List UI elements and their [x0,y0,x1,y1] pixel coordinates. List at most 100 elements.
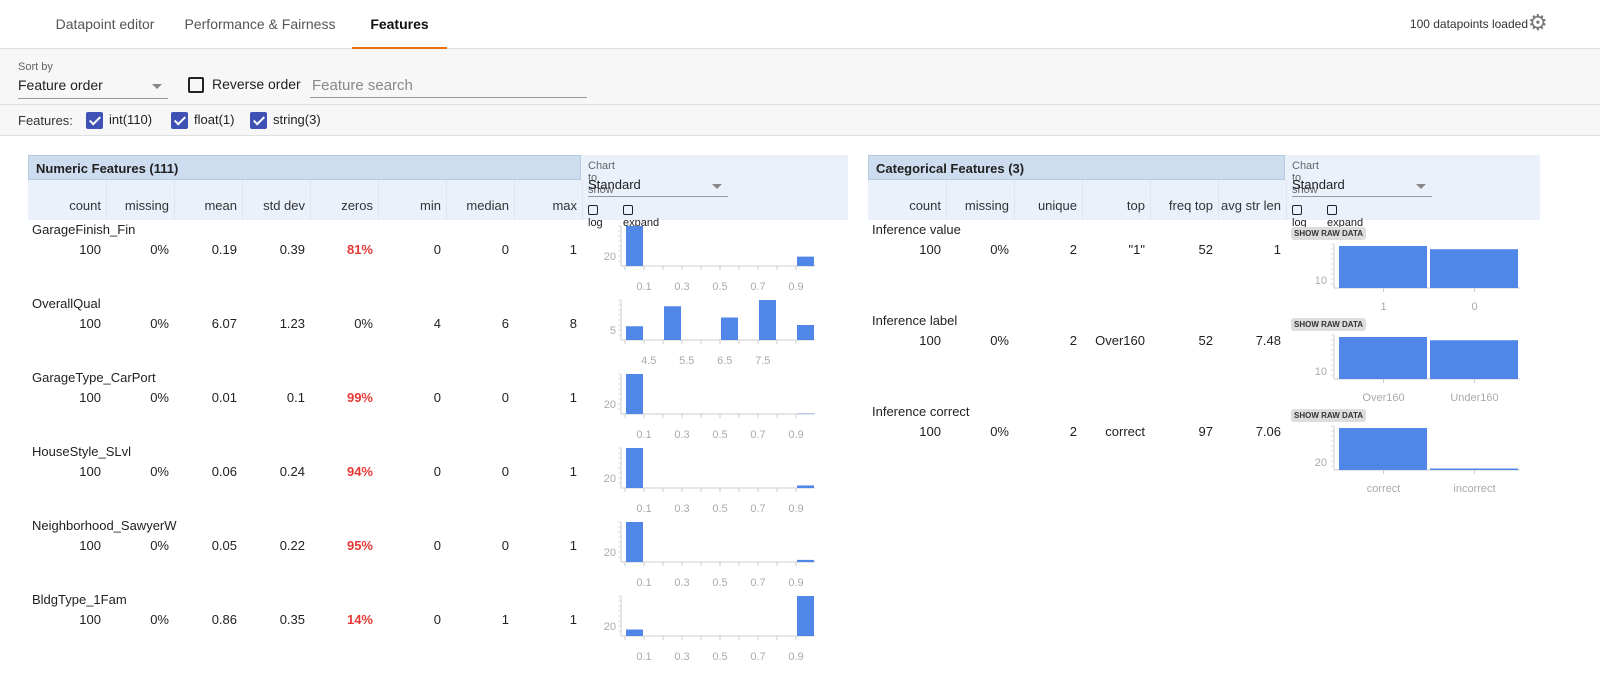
show-raw-data-button[interactable]: SHOW RAW DATA [1291,409,1367,422]
expand-checkbox[interactable] [1327,205,1337,215]
feature-name: GarageFinish_Fin [32,222,136,237]
stat-max: 1 [569,612,577,627]
float-checkbox[interactable] [171,112,188,130]
feature-row[interactable]: Neighborhood_SawyerW 100 0% 0.05 0.22 95% 0 0 1 2… [28,516,848,590]
category-label: incorrect [1453,483,1495,494]
histogram-bar [626,448,643,488]
sort-by-select[interactable]: Feature order [18,77,168,99]
histogram: 20 0.1 0.3 0.5 0.7 0.9 [604,225,815,293]
category-bar [1339,337,1427,379]
histogram: 20 0.1 0.3 0.5 0.7 0.9 [604,595,815,663]
column-header[interactable]: avg str len [1201,198,1281,220]
column-divider [1286,180,1287,220]
feature-name: Inference value [872,222,961,237]
chevron-down-icon [1416,184,1426,189]
x-tick-label: 7.5 [755,355,770,367]
show-raw-data-button[interactable]: SHOW RAW DATA [1291,318,1367,331]
toolbar: Sort by Feature order Reverse order [0,49,1600,105]
chart-type-select[interactable]: Standard [588,177,728,197]
feature-name: Inference label [872,313,958,328]
x-tick-label: 0.7 [750,503,765,515]
column-divider [582,180,583,220]
feature-row[interactable]: GarageType_CarPort 100 0% 0.01 0.1 99% 0 0 1 20 0.… [28,368,848,442]
stat-max: 8 [569,316,577,331]
stat-max: 1 [569,538,577,553]
x-tick-label: 0.7 [750,577,765,589]
bar-chart: 101 0 [1315,243,1520,312]
log-checkbox[interactable] [588,205,598,215]
categorical-title: Categorical Features (3) [868,155,1285,180]
chevron-down-icon [152,84,162,89]
gear-icon[interactable]: ⚙ [1528,12,1550,34]
reverse-order-toggle[interactable]: Reverse order [188,76,301,94]
datapoints-status: 100 datapoints loaded [1409,17,1528,31]
histogram-bar [626,326,643,340]
feature-row[interactable]: OverallQual 100 0% 6.07 1.23 0% 4 6 8 5 4.5 5.5 6.5 7… [28,294,848,368]
feature-row[interactable]: Inference label 100 0% 2 Over160 52 7.48 SHOW R… [868,311,1540,403]
category-label: correct [1367,483,1401,494]
y-tick-label: 10 [1315,275,1327,287]
numeric-title: Numeric Features (111) [28,155,581,180]
tab-performance-fairness[interactable]: Performance & Fairness [180,0,340,49]
show-raw-data-button[interactable]: SHOW RAW DATA [1291,227,1367,240]
string-checkbox[interactable] [250,112,267,130]
x-tick-label: 0.9 [788,577,803,589]
x-tick-label: 0.3 [674,503,689,515]
tab-bar: Datapoint editor Performance & Fairness … [0,0,1600,49]
int-label: int(110) [109,112,153,127]
feature-search-input[interactable] [310,74,587,98]
histogram-bar [626,226,643,266]
sort-by-value: Feature order [18,77,103,93]
features-label: Features: [18,113,73,128]
sort-by-label: Sort by [18,61,53,73]
log-checkbox[interactable] [1292,205,1302,215]
category-bar [1339,428,1427,470]
numeric-header: Numeric Features (111) count missing mean st… [28,155,848,229]
x-tick-label: 0.5 [712,281,727,293]
feature-name: Inference correct [872,404,970,419]
feature-row[interactable]: Inference correct 100 0% 2 correct 97 7.06 SHOW… [868,402,1540,494]
filter-int[interactable]: int(110) [86,112,153,130]
stat-avg-str-len: 1 [1273,242,1281,257]
category-bar [1339,246,1427,288]
filter-string[interactable]: string(3) [250,112,321,130]
x-tick-label: 0.7 [750,651,765,663]
feature-row[interactable]: GarageFinish_Fin 100 0% 0.19 0.39 81% 0 0 1 20 0.1… [28,220,848,294]
feature-name: Neighborhood_SawyerW [32,518,177,533]
x-tick-label: 0.9 [788,429,803,441]
reverse-order-checkbox[interactable] [188,77,204,94]
stat-avg-str-len: 7.06 [1255,424,1281,439]
histogram-bar [664,306,681,340]
column-header[interactable]: max [497,198,577,220]
x-tick-label: 0.1 [636,281,651,293]
int-checkbox[interactable] [86,112,103,130]
histogram: 20 0.1 0.3 0.5 0.7 0.9 [604,447,815,515]
x-tick-label: 0.9 [788,651,803,663]
tab-features[interactable]: Features [352,0,447,49]
expand-checkbox[interactable] [623,205,633,215]
histogram-bar [797,559,814,562]
y-tick-label: 10 [1315,366,1327,378]
feature-row[interactable]: Inference value 100 0% 2 "1" 52 1 SHOW RAW DATA… [868,220,1540,312]
histogram: 20 0.1 0.3 0.5 0.7 0.9 [604,373,815,441]
y-tick-label: 20 [604,547,616,559]
stat-max: 1 [569,390,577,405]
histogram-bar [626,374,643,414]
category-bar [1430,249,1518,288]
histogram-bar [797,325,814,340]
x-tick-label: 0.7 [750,281,765,293]
chart-type-select[interactable]: Standard [1292,177,1432,197]
feature-row[interactable]: HouseStyle_SLvl 100 0% 0.06 0.24 94% 0 0 1 20 0.1 0… [28,442,848,516]
feature-row[interactable]: BldgType_1Fam 100 0% 0.86 0.35 14% 0 1 1 20 0.1 0.3… [28,590,848,664]
filter-float[interactable]: float(1) [171,112,234,130]
histogram-bar [626,629,643,636]
tab-datapoint-editor[interactable]: Datapoint editor [40,0,170,49]
string-label: string(3) [273,112,321,127]
x-tick-label: 0.1 [636,577,651,589]
x-tick-label: 0.9 [788,503,803,515]
category-bar [1430,468,1518,470]
y-tick-label: 20 [604,473,616,485]
histogram: 20 0.1 0.3 0.5 0.7 0.9 [604,521,815,589]
chevron-down-icon [712,184,722,189]
stat-avg-str-len: 7.48 [1255,333,1281,348]
